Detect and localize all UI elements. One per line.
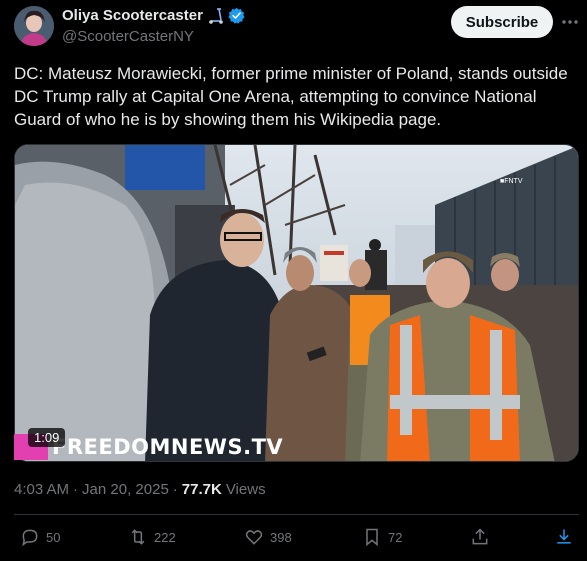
reply-count: 50	[46, 529, 61, 545]
meta-separator: ·	[73, 481, 79, 498]
repost-icon	[131, 529, 145, 545]
action-bar: 50 222 398 72	[0, 525, 587, 553]
subscribe-button[interactable]: Subscribe	[451, 6, 553, 38]
download-icon	[557, 529, 571, 544]
video-frame	[15, 145, 578, 461]
reply-button[interactable]: 50	[20, 527, 60, 547]
repost-button[interactable]: 222	[128, 527, 176, 547]
like-button[interactable]: 398	[244, 527, 292, 547]
watermark-text: FREEDOMNEWS.TV	[52, 435, 284, 459]
like-count: 398	[270, 529, 292, 545]
scooter-icon	[209, 7, 223, 24]
more-options-icon[interactable]	[560, 12, 580, 32]
channel-tag: ■FNTV	[500, 178, 523, 185]
avatar[interactable]	[14, 6, 54, 46]
share-icon	[472, 528, 488, 545]
divider	[14, 514, 579, 515]
tweet-text: DC: Mateusz Morawiecki, former prime min…	[14, 64, 568, 129]
reply-icon	[22, 529, 38, 547]
verified-badge-icon	[228, 7, 245, 24]
post-time[interactable]: 4:03 AM	[14, 481, 69, 498]
author-handle[interactable]: @ScooterCasterNY	[62, 28, 194, 45]
heart-icon	[245, 530, 263, 545]
bookmark-button[interactable]: 72	[362, 527, 402, 547]
views-count: 77.7K	[181, 481, 222, 498]
views-label: Views	[225, 481, 266, 498]
tweet-meta: 4:03 AM · Jan 20, 2025 · 77.7K Views	[14, 481, 266, 498]
repost-count: 222	[154, 529, 176, 545]
post-date[interactable]: Jan 20, 2025	[82, 481, 169, 498]
meta-separator-2: ·	[172, 481, 178, 498]
share-button[interactable]	[470, 527, 490, 547]
bookmark-count: 72	[388, 529, 403, 545]
bookmark-icon	[366, 528, 378, 547]
download-button[interactable]	[554, 527, 574, 547]
display-name[interactable]: Oliya Scootercaster	[62, 7, 203, 24]
video-duration: 1:09	[28, 428, 66, 447]
video-player[interactable]	[14, 144, 579, 462]
tweet-header: Oliya Scootercaster @ScooterCasterNY Sub…	[0, 0, 587, 50]
author-name-row[interactable]: Oliya Scootercaster	[62, 7, 245, 24]
